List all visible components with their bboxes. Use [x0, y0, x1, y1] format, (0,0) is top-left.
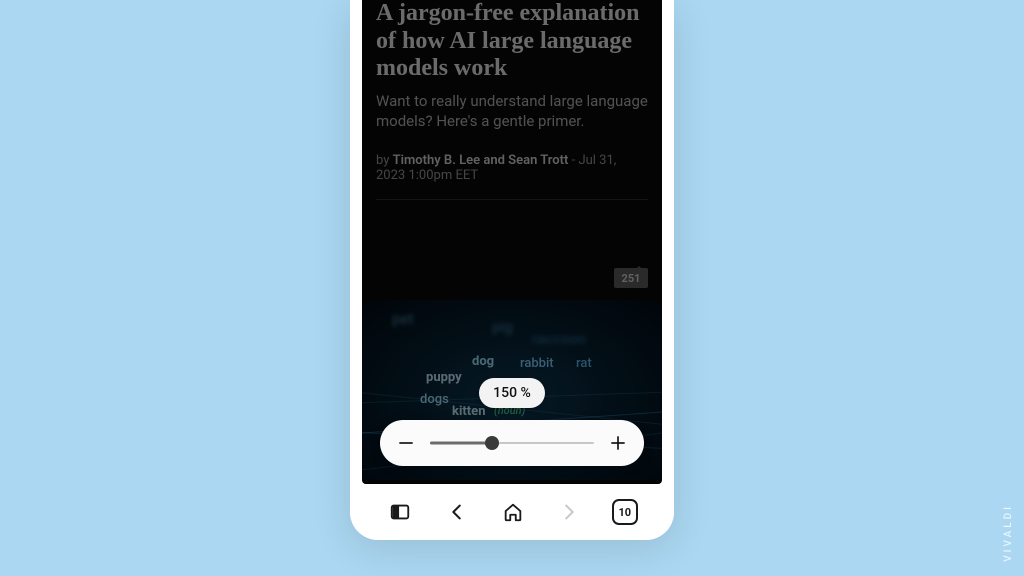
tabs-button[interactable]: 10 — [612, 499, 638, 525]
article-byline: by Timothy B. Lee and Sean Trott - Jul 3… — [376, 153, 648, 183]
byline-prefix: by — [376, 153, 393, 168]
article-subtitle: Want to really understand large language… — [376, 91, 648, 132]
hero-word: raccoon — [532, 330, 586, 348]
byline-sep: - — [568, 153, 578, 168]
tab-count: 10 — [618, 506, 631, 519]
article-title: A jargon-free explanation of how AI larg… — [376, 0, 648, 83]
brand-watermark: VIVALDI — [1003, 504, 1014, 562]
back-button[interactable] — [443, 498, 471, 526]
minus-icon — [396, 433, 416, 453]
comment-count-badge[interactable]: 251 — [614, 268, 648, 288]
phone-frame: A jargon-free explanation of how AI larg… — [350, 0, 674, 540]
panel-toggle-button[interactable] — [386, 498, 414, 526]
zoom-in-button[interactable] — [606, 431, 630, 455]
divider — [376, 199, 648, 200]
slider-fill — [430, 442, 492, 445]
zoom-out-button[interactable] — [394, 431, 418, 455]
hero-word: rat — [576, 356, 592, 371]
hero-word: dog — [472, 354, 494, 369]
forward-button — [555, 498, 583, 526]
chevron-right-icon — [558, 501, 580, 523]
slider-thumb[interactable] — [485, 436, 499, 450]
zoom-overlay: 150 % — [362, 378, 662, 484]
screen: A jargon-free explanation of how AI larg… — [362, 0, 662, 484]
chevron-left-icon — [446, 501, 468, 523]
hero-word: pet — [392, 310, 413, 328]
zoom-level-bubble: 150 % — [479, 378, 545, 408]
browser-toolbar: 10 — [350, 484, 674, 540]
panel-icon — [389, 501, 411, 523]
plus-icon — [608, 433, 628, 453]
hero-word: pig — [492, 318, 513, 336]
zoom-slider[interactable] — [430, 431, 594, 455]
hero-word: rabbit — [520, 356, 554, 371]
zoom-control-bar — [380, 420, 644, 466]
home-button[interactable] — [499, 498, 527, 526]
home-icon — [502, 501, 524, 523]
article-authors: Timothy B. Lee and Sean Trott — [393, 153, 569, 168]
